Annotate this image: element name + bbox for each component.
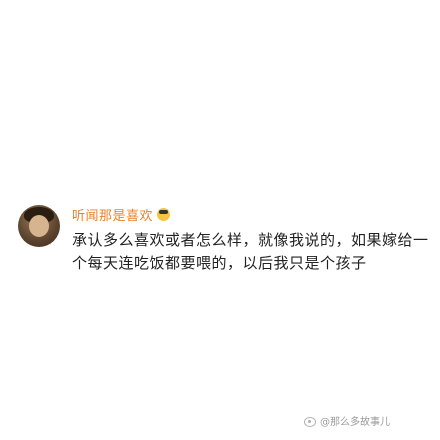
weibo-watermark: @那么多故事儿 (304, 413, 390, 428)
comment-header: 听闻那是喜欢 (72, 203, 440, 225)
watermark-text: @那么多故事儿 (320, 417, 390, 428)
avatar-face (29, 215, 49, 237)
comment-text: 承认多么喜欢或者怎么样，就像我说的，如果嫁给一个每天连吃饭都要喂的，以后我只是个… (72, 231, 429, 272)
comment-content: 听闻那是喜欢 承认多么喜欢或者怎么样，就像我说的，如果嫁给一个每天连吃饭都要喂的… (72, 203, 440, 275)
avatar[interactable] (18, 205, 60, 247)
username-link[interactable]: 听闻那是喜欢 (72, 205, 153, 224)
weibo-comment: 听闻那是喜欢 承认多么喜欢或者怎么样，就像我说的，如果嫁给一个每天连吃饭都要喂的… (18, 203, 428, 275)
grinning-face-icon (157, 207, 171, 221)
weibo-logo-icon (304, 415, 317, 427)
screenshot-page: 听闻那是喜欢 承认多么喜欢或者怎么样，就像我说的，如果嫁给一个每天连吃饭都要喂的… (0, 0, 440, 440)
